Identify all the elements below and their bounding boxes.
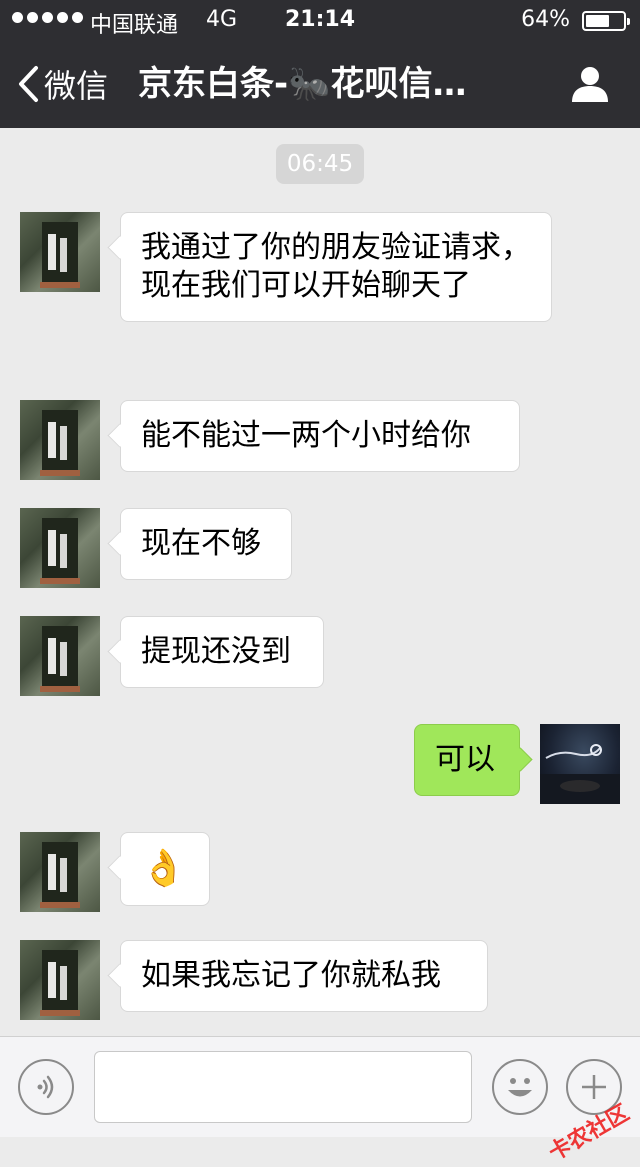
friend-avatar[interactable] [20,400,100,480]
friend-avatar[interactable] [20,616,100,696]
back-button[interactable]: 微信 [16,62,108,106]
voice-icon [37,1075,54,1099]
person-icon [572,67,608,102]
chat-title: 京东白条-🐜花呗信… [138,64,467,104]
message-bubble-incoming[interactable]: 能不能过一两个小时给你 [120,400,520,472]
back-label: 微信 [44,67,109,105]
message-bubble-incoming[interactable]: 👌 [120,832,210,906]
voice-button[interactable] [18,1059,74,1115]
chevron-left-icon [19,66,38,102]
friend-avatar[interactable] [20,508,100,588]
message-bubble-outgoing[interactable]: 可以 [414,724,520,796]
message-input[interactable] [94,1051,472,1123]
message-text: 能不能过一两个小时给你 [141,418,471,453]
friend-avatar[interactable] [20,940,100,1020]
self-avatar[interactable] [540,724,620,804]
nav-bar: 微信 京东白条-🐜花呗信… [0,40,640,128]
friend-avatar[interactable] [20,832,100,912]
message-bubble-incoming[interactable]: 提现还没到 [120,616,324,688]
timestamp: 06:45 [276,144,364,184]
chat-info-button[interactable] [570,64,610,104]
message-bubble-incoming[interactable]: 我通过了你的朋友验证请求，现在我们可以开始聊天了 [120,212,552,322]
more-button[interactable] [566,1059,622,1115]
ok-hand-emoji: 👌 [141,848,186,889]
status-bar: 中国联通 4G 21:14 64% [0,0,640,40]
message-bubble-incoming[interactable]: 如果我忘记了你就私我 [120,940,488,1012]
input-bar: 卡农社区 [0,1036,640,1166]
plus-icon [582,1075,606,1099]
emoji-icon [508,1078,532,1097]
battery-icon [582,11,630,31]
message-text: 现在不够 [141,526,261,561]
message-bubble-incoming[interactable]: 现在不够 [120,508,292,580]
friend-avatar[interactable] [20,212,100,292]
battery-percent: 64% [521,7,570,32]
message-text: 可以 [435,742,495,777]
message-text: 提现还没到 [141,634,291,669]
message-text: 我通过了你的朋友验证请求，现在我们可以开始聊天了 [141,230,531,303]
emoji-button[interactable] [492,1059,548,1115]
chat-area[interactable]: 06:45 我通过了你的朋友验证请求，现在我们可以开始聊天了 能不能过一两个小时… [0,128,640,1036]
message-text: 如果我忘记了你就私我 [141,958,441,993]
